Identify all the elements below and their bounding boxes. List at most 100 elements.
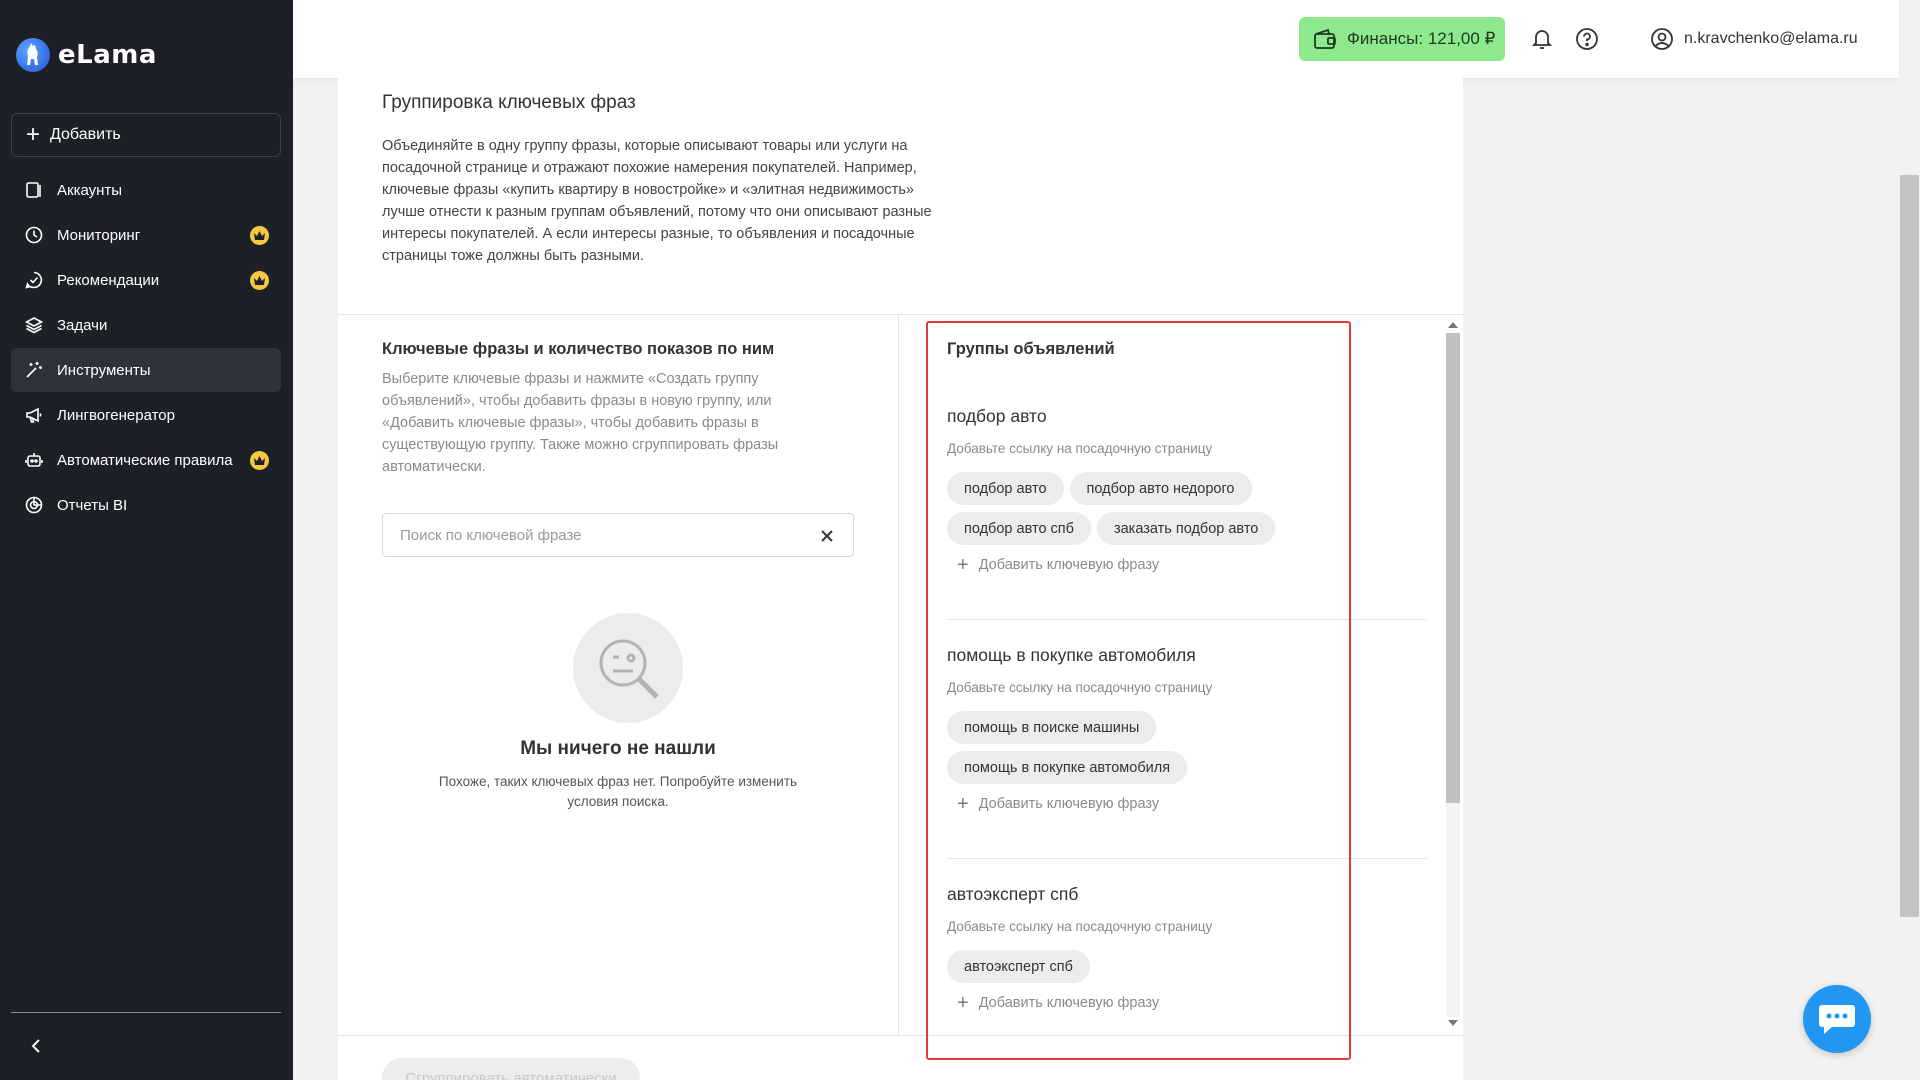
check-bubble-icon [24,270,44,290]
group-divider [947,619,1427,620]
ad-group: подбор авто Добавьте ссылку на посадочну… [947,406,1417,575]
phrase-chip[interactable]: помощь в покупке автомобиля [947,751,1188,784]
sidebar-nav: Аккаунты Мониторинг Рекомендации Задачи [11,168,281,528]
layers-icon [24,315,44,335]
scrollbar-thumb[interactable] [1446,333,1460,803]
ad-group: помощь в покупке автомобиля Добавьте ссы… [947,645,1417,814]
sidebar-item-label: Автоматические правила [57,451,233,469]
clock-icon [24,225,44,245]
sidebar-item-recommendations[interactable]: Рекомендации [11,258,281,302]
user-avatar-icon [1651,28,1673,50]
sidebar-item-monitoring[interactable]: Мониторинг [11,213,281,257]
auto-group-button[interactable]: Сгруппировать автоматически [382,1058,640,1080]
main-card: Группировка ключевых фраз Объединяйте в … [338,78,1463,1080]
phrase-chips: автоэксперт спб [947,950,1367,983]
sidebar-item-label: Задачи [57,316,108,334]
clear-search-button[interactable] [817,526,837,546]
plus-icon: + [957,554,969,576]
plus-icon: + [957,992,969,1014]
empty-state-illustration [573,613,683,723]
phrase-chips: помощь в поиске машины помощь в покупке … [947,711,1367,784]
robot-icon [24,450,44,470]
finance-button[interactable]: Финансы: 121,00 ₽ [1299,17,1505,61]
add-keyword-label: Добавить ключевую фразу [978,557,1160,573]
sidebar-item-label: Рекомендации [57,271,160,289]
section-title: Группировка ключевых фраз [382,92,636,113]
phrase-chips: подбор авто подбор авто недорого подбор … [947,472,1367,545]
sidebar-item-reports-bi[interactable]: Отчеты BI [11,483,281,527]
crown-icon [250,226,269,245]
sidebar: eLama + Добавить Аккаунты Мониторинг Рек… [0,0,293,1080]
sidebar-item-label: Мониторинг [57,226,141,244]
sidebar-item-label: Отчеты BI [57,496,128,514]
accounts-icon [24,180,44,200]
sidebar-item-auto-rules[interactable]: Автоматические правила [11,438,281,482]
ad-group-name: подбор авто [947,406,1047,426]
notifications-bell-icon[interactable] [1530,27,1554,51]
finance-label: Финансы: 121,00 ₽ [1347,29,1496,48]
wallet-icon [1314,28,1336,49]
sidebar-item-accounts[interactable]: Аккаунты [11,168,281,212]
magic-wand-icon [24,360,44,380]
add-keyword-button[interactable]: + Добавить ключевую фразу [957,794,1417,814]
add-landing-link[interactable]: Добавьте ссылку на посадочную страницу [947,680,1417,695]
phrase-chip[interactable]: подбор авто [947,472,1064,505]
collapse-sidebar-button[interactable] [24,1034,48,1058]
groups-scrollbar[interactable] [1443,315,1463,1035]
keyword-search-input[interactable] [400,526,800,544]
add-button[interactable]: + Добавить [11,113,281,157]
crown-icon [250,451,269,470]
sidebar-divider [11,1012,281,1013]
add-button-label: Добавить [50,126,121,143]
keywords-description: Выберите ключевые фразы и нажмите «Созда… [382,371,779,475]
add-landing-link[interactable]: Добавьте ссылку на посадочную страницу [947,919,1417,934]
ad-groups-title: Группы объявлений [947,340,1115,358]
phrase-chip[interactable]: автоэксперт спб [947,950,1090,983]
close-icon [821,530,833,542]
phrase-chip[interactable]: подбор авто недорого [1069,472,1252,505]
logo-llama-icon [16,38,50,72]
user-menu[interactable]: n.kravchenko@elama.ru [1650,27,1858,51]
ad-group: автоэксперт спб Добавьте ссылку на посад… [947,884,1417,1013]
column-divider [898,315,899,1035]
divider [338,1035,1463,1036]
plus-icon: + [957,793,969,815]
logo-text: eLama [58,40,157,70]
phrase-chip[interactable]: заказать подбор авто [1096,512,1276,545]
sidebar-item-tools[interactable]: Инструменты [11,348,281,392]
add-keyword-label: Добавить ключевую фразу [978,995,1160,1011]
logo[interactable]: eLama [16,38,157,72]
keywords-title: Ключевые фразы и количество показов по н… [382,340,775,358]
page-scrollbar[interactable] [1899,0,1920,1080]
megaphone-icon [24,405,44,425]
section-description: Объединяйте в одну группу фразы, которые… [382,138,932,264]
scroll-up-arrow-icon[interactable] [1448,322,1458,328]
page-scrollbar-thumb[interactable] [1900,175,1919,917]
add-keyword-label: Добавить ключевую фразу [978,796,1160,812]
ad-group-name: автоэксперт спб [947,884,1079,904]
sidebar-item-label: Лингвогенератор [57,406,175,424]
group-divider [947,858,1427,859]
empty-state-title: Мы ничего не нашли [520,738,716,759]
plus-icon: + [26,121,41,148]
keyword-search [382,513,854,557]
divider [338,314,1463,315]
scroll-down-arrow-icon[interactable] [1448,1020,1458,1026]
help-icon[interactable] [1575,27,1599,51]
sidebar-item-tasks[interactable]: Задачи [11,303,281,347]
add-landing-link[interactable]: Добавьте ссылку на посадочную страницу [947,441,1417,456]
top-header: Финансы: 121,00 ₽ n.kravchenko@elama.ru [293,0,1899,78]
search-sad-face-icon [599,639,659,699]
ad-group-name: помощь в покупке автомобиля [947,645,1196,665]
add-keyword-button[interactable]: + Добавить ключевую фразу [957,555,1417,575]
sidebar-item-lingvogenerator[interactable]: Лингвогенератор [11,393,281,437]
chat-support-button[interactable] [1803,985,1871,1053]
add-keyword-button[interactable]: + Добавить ключевую фразу [957,993,1417,1013]
sidebar-item-label: Аккаунты [57,181,123,199]
sidebar-item-label: Инструменты [57,361,151,379]
chat-bubble-icon [1819,1005,1855,1034]
crown-icon [250,271,269,290]
phrase-chip[interactable]: подбор авто спб [947,512,1091,545]
user-email: n.kravchenko@elama.ru [1684,30,1858,47]
phrase-chip[interactable]: помощь в поиске машины [947,711,1157,744]
